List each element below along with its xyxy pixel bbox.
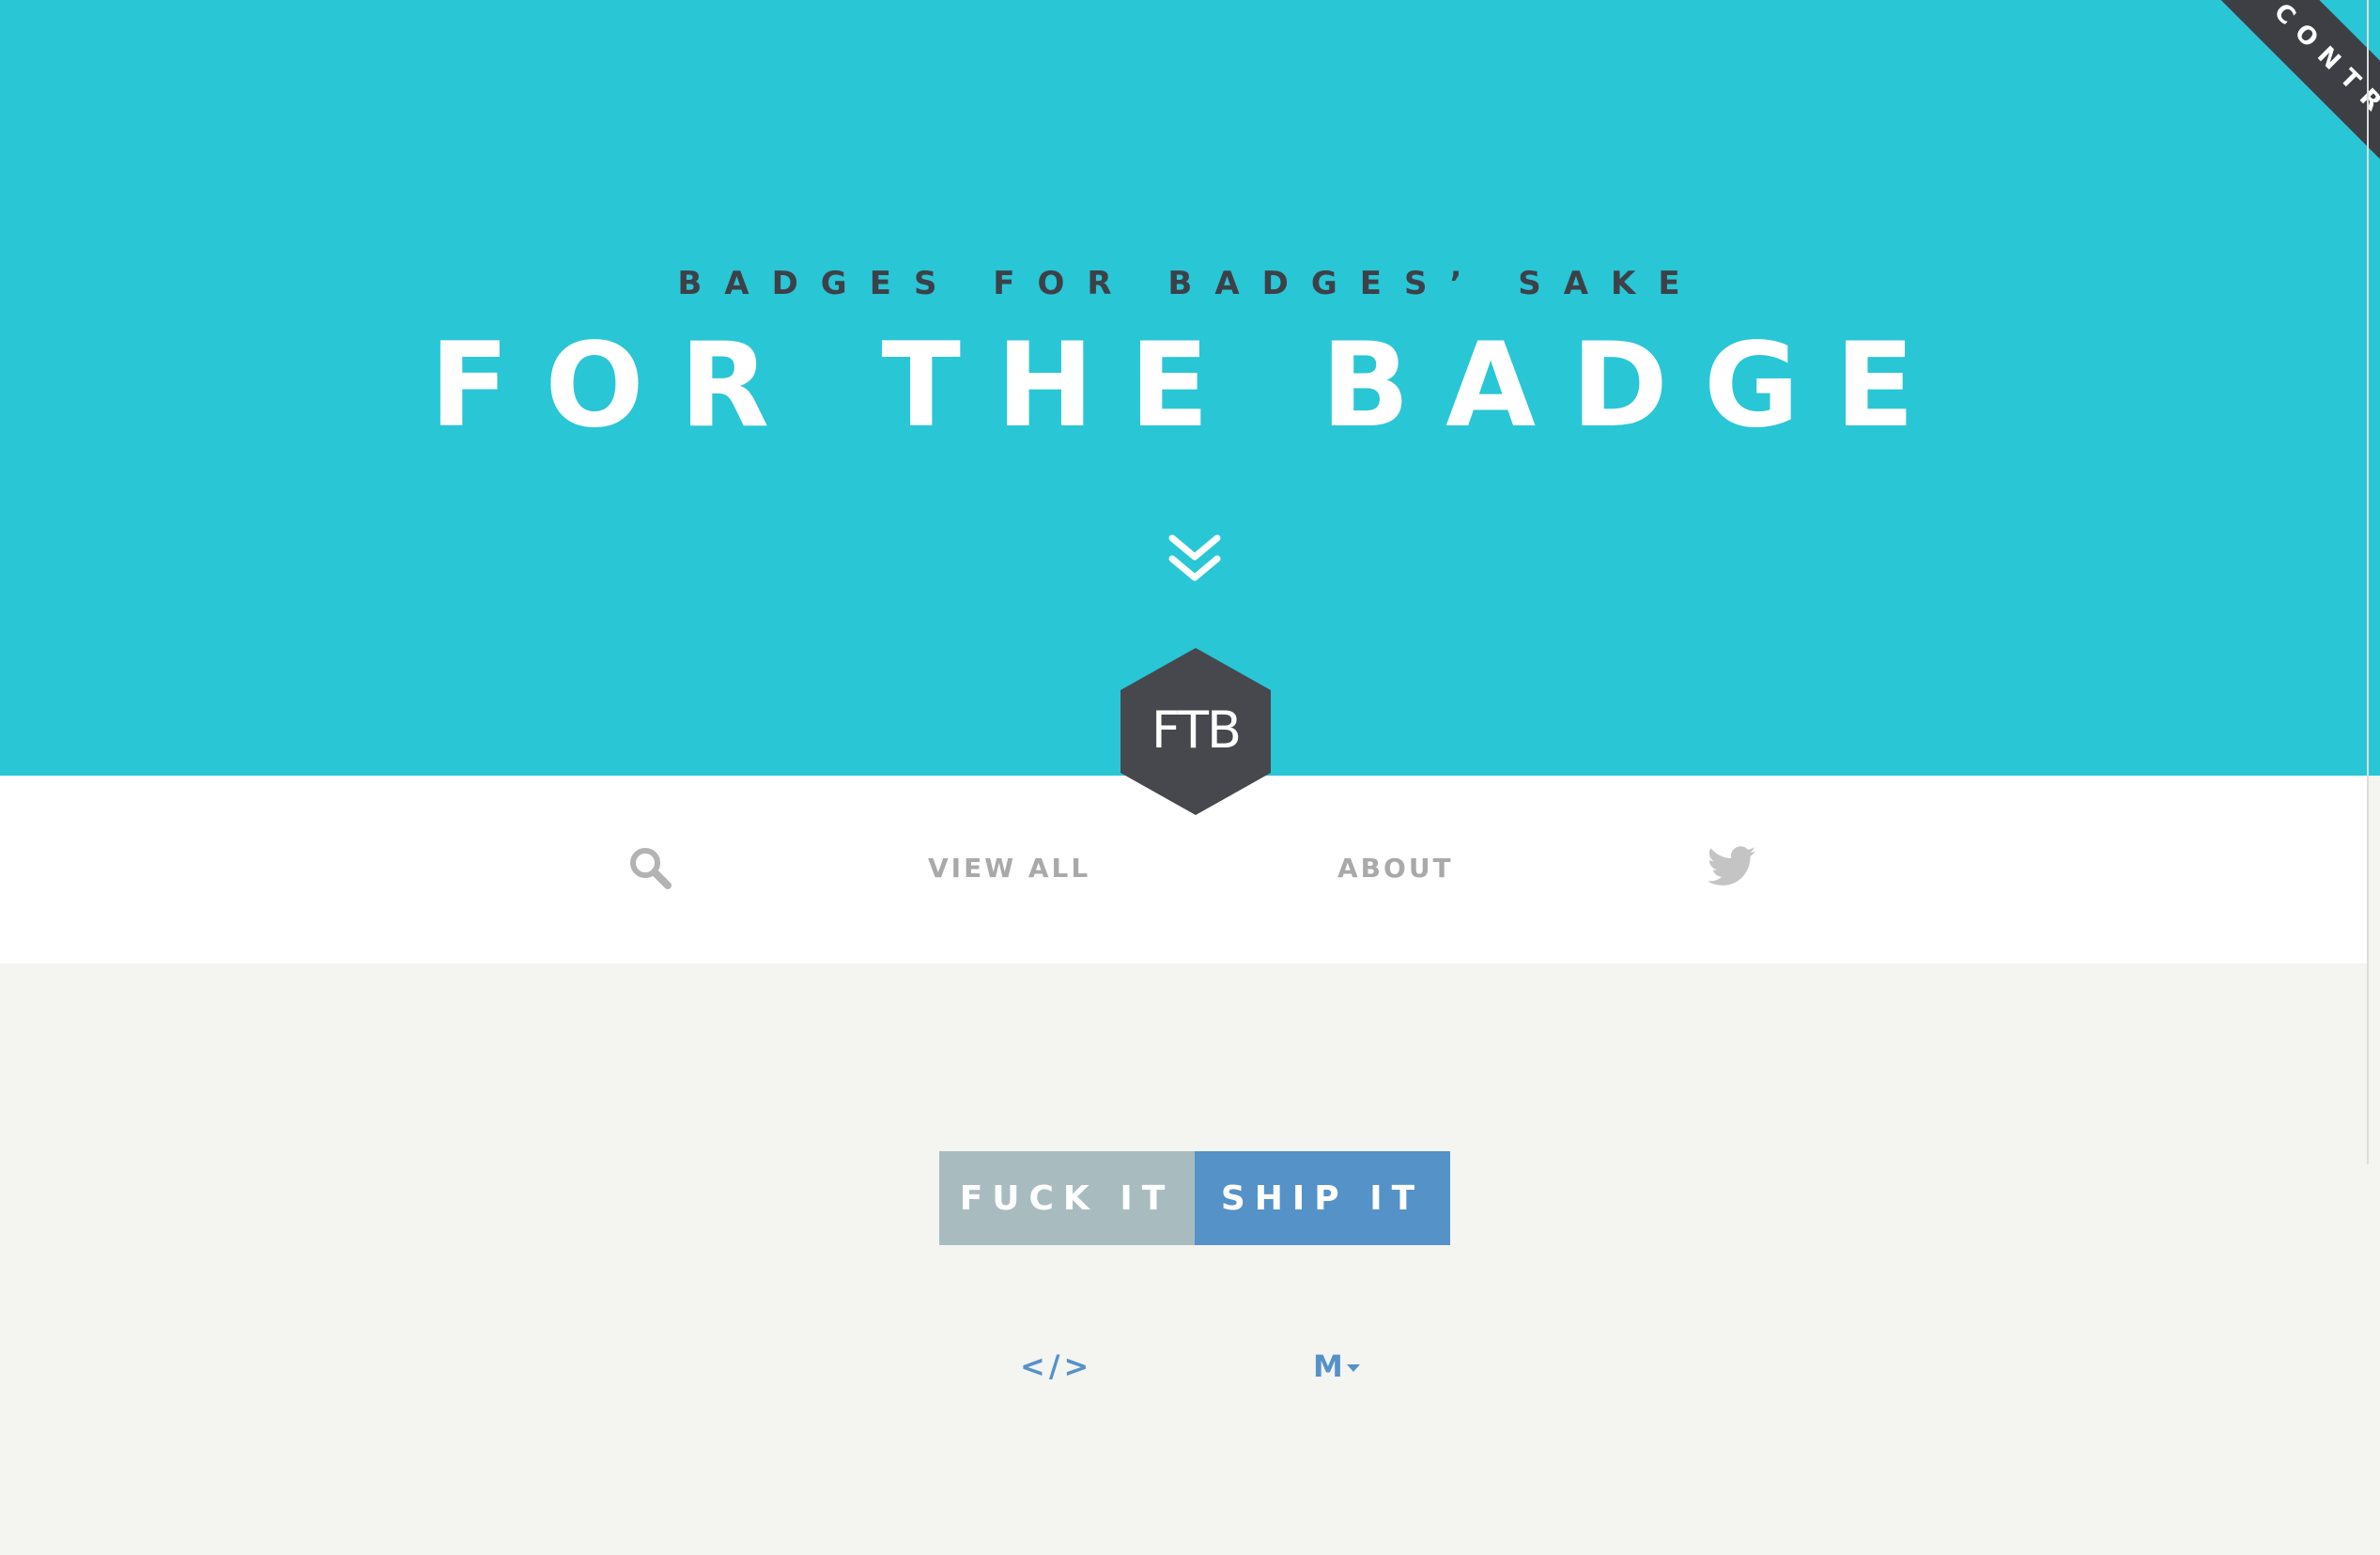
ship-it-badge[interactable]: FUCK IT SHIP IT <box>939 1151 1450 1245</box>
copy-html-button[interactable]: </> <box>1020 1348 1092 1384</box>
logo-text: FTB <box>1151 701 1242 760</box>
double-chevron-down-icon[interactable] <box>1167 532 1223 585</box>
caret-down-icon <box>1346 1364 1360 1372</box>
badge-left-label: FUCK IT <box>939 1151 1195 1245</box>
search-icon[interactable] <box>627 845 672 890</box>
page-title: FOR THE BADGE <box>429 318 1951 454</box>
tagline: BADGES FOR BADGES’ SAKE <box>677 265 1703 302</box>
nav-about[interactable]: ABOUT <box>1337 853 1454 884</box>
markdown-label: M <box>1313 1348 1343 1384</box>
contribute-ribbon-container: CONTRIBUTE <box>2070 0 2380 272</box>
nav-view-all[interactable]: VIEW ALL <box>928 853 1090 884</box>
copy-markdown-button[interactable]: M <box>1313 1348 1360 1384</box>
twitter-icon[interactable] <box>1708 845 1756 888</box>
badge-right-label: SHIP IT <box>1195 1151 1450 1245</box>
contribute-ribbon[interactable]: CONTRIBUTE <box>2182 0 2380 272</box>
scrollbar-track[interactable] <box>2367 0 2369 1164</box>
